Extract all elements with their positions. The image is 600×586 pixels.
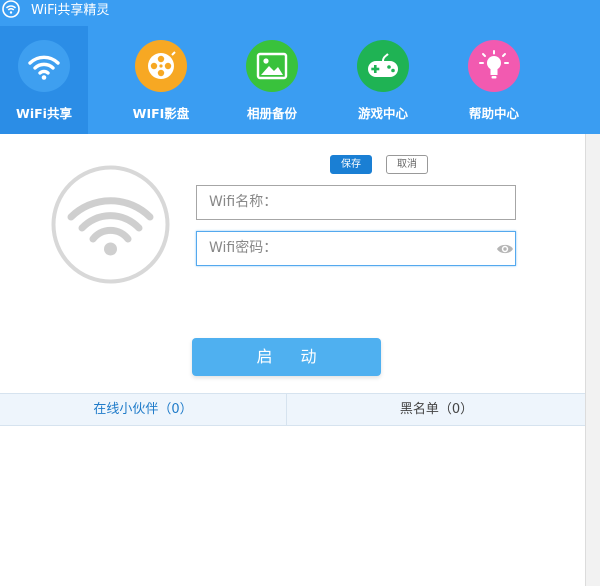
device-list-tabs: 在线小伙伴（0） 黑名单（0）: [0, 393, 585, 426]
title-bar: WiFi共享精灵: [0, 0, 600, 24]
tab-online-friends[interactable]: 在线小伙伴（0）: [0, 394, 287, 425]
tab-wifi-disk[interactable]: WIFI影盘: [117, 26, 205, 134]
tab-label: WiFi共享: [16, 106, 72, 121]
app-title: WiFi共享精灵: [31, 3, 110, 18]
start-button[interactable]: 启动: [192, 338, 381, 376]
app-logo-icon: [2, 0, 20, 18]
tab-label: 帮助中心: [468, 106, 519, 121]
wifi-password-input[interactable]: Wifi密码：: [196, 231, 516, 266]
tab-help-center[interactable]: 帮助中心: [450, 26, 538, 134]
app-header: WiFi共享精灵 WiFi共享 WIFI影盘 相册备份 游戏中心 帮助中心: [0, 0, 600, 134]
lightbulb-icon: [468, 40, 520, 92]
tab-album-backup[interactable]: 相册备份: [228, 26, 316, 134]
tab-label: 相册备份: [246, 106, 297, 121]
scrollbar-track[interactable]: [585, 134, 600, 586]
tab-blacklist[interactable]: 黑名单（0）: [288, 394, 585, 425]
cancel-button[interactable]: 取消: [386, 155, 428, 174]
film-reel-icon: [135, 40, 187, 92]
wifi-name-input[interactable]: Wifi名称：: [196, 185, 516, 220]
wifi-status-icon: [51, 165, 170, 284]
tab-label: 游戏中心: [357, 106, 408, 121]
save-button[interactable]: 保存: [330, 155, 372, 174]
tab-label: WIFI影盘: [132, 106, 190, 121]
tab-wifi-share[interactable]: WiFi共享: [0, 26, 88, 134]
tab-game-center[interactable]: 游戏中心: [339, 26, 427, 134]
eye-icon[interactable]: [496, 241, 514, 255]
image-icon: [246, 40, 298, 92]
wifi-icon: [18, 40, 70, 92]
gamepad-icon: [357, 40, 409, 92]
